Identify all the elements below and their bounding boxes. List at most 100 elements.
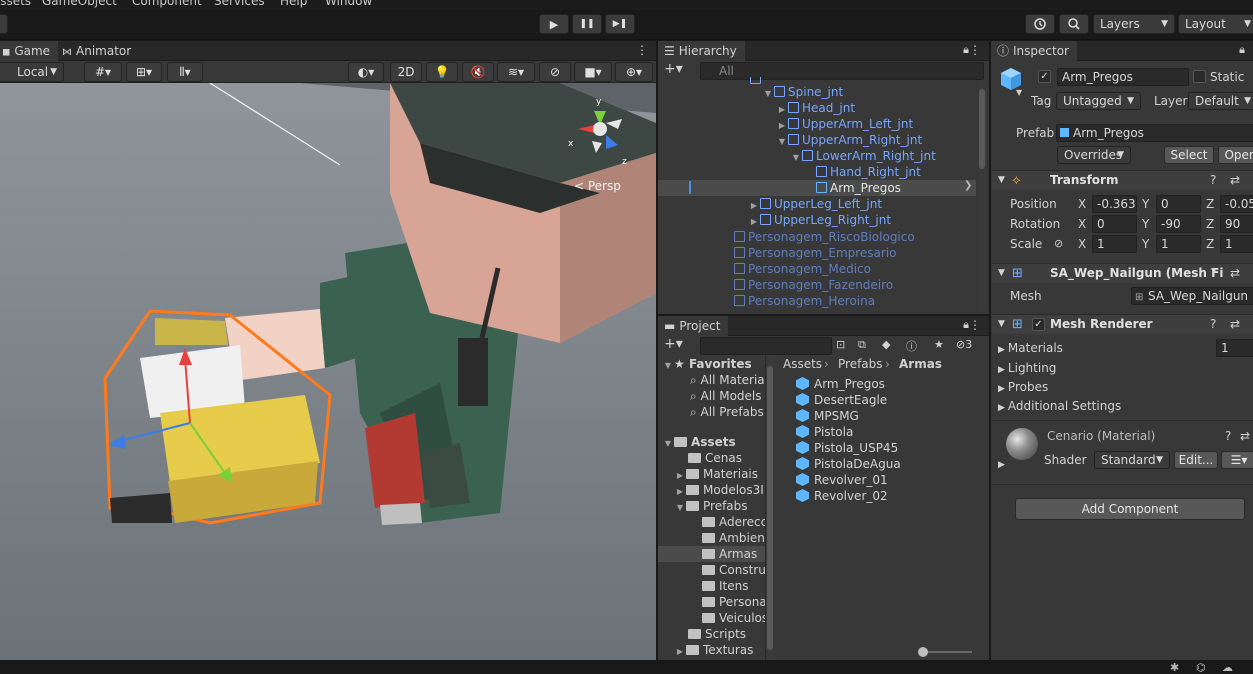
add-icon[interactable]: +▾ (664, 336, 683, 352)
folder-item[interactable]: Persona (702, 594, 765, 610)
audio-toggle-icon[interactable]: 🔇 (462, 62, 494, 82)
menu-window[interactable]: Window (325, 0, 372, 8)
scale-x-field[interactable]: 1 (1092, 235, 1137, 253)
object-name-input[interactable]: Arm_Pregos (1057, 68, 1189, 86)
prefab-field[interactable]: Arm_Pregos (1056, 124, 1253, 142)
help-icon[interactable]: ? (1210, 317, 1216, 331)
lighting-row[interactable]: ▶ Lighting (998, 361, 1056, 375)
search-icon[interactable] (1059, 14, 1089, 34)
hierarchy-item-head[interactable]: ▶ Head_jnt (776, 100, 855, 116)
folder-tree-scrollbar[interactable] (766, 356, 775, 660)
mesh-filter-header[interactable]: ▼ ⊞ SA_Wep_Nailgun (Mesh Fi ? ⇄ (992, 263, 1253, 283)
project-search-input[interactable] (700, 337, 832, 355)
chevron-right-icon[interactable]: ▶ (998, 460, 1005, 470)
tag-dropdown[interactable]: Untagged ▼ (1056, 92, 1141, 110)
settings-icon[interactable]: ⇄ (1230, 173, 1240, 187)
add-icon[interactable]: +▾ (664, 61, 683, 77)
history-icon[interactable] (1025, 14, 1055, 34)
persp-label[interactable]: < Persp (574, 179, 621, 193)
file-item[interactable]: Pistola_USP45 (796, 440, 898, 456)
camera-settings-icon[interactable]: ■▾ (574, 62, 612, 82)
more-options-icon[interactable]: ⋮ (636, 43, 648, 57)
add-component-button[interactable]: Add Component (1015, 498, 1245, 520)
breadcrumb-item-current[interactable]: Armas (899, 357, 942, 371)
hierarchy-item-personagem[interactable]: Personagem_Medico (734, 261, 871, 277)
favorite-item[interactable]: ⌕ All Prefabs (690, 404, 764, 420)
pivot-dropdown[interactable]: Local ▼ (0, 62, 64, 82)
settings-icon[interactable]: ⇄ (1240, 429, 1250, 443)
filter-label-icon[interactable]: ⧉ (858, 338, 866, 352)
hierarchy-item-personagem[interactable]: Personagem_Empresario (734, 245, 897, 261)
hierarchy-item-upperleg-right[interactable]: ▶ UpperLeg_Right_jnt (748, 212, 891, 228)
folder-item[interactable]: Ambient (702, 530, 765, 546)
hierarchy-item-upperarm-right[interactable]: ▼ UpperArm_Right_jnt (776, 132, 922, 148)
select-button[interactable]: Select (1164, 146, 1214, 164)
pause-button[interactable]: ❚❚ (572, 14, 602, 34)
tab-hierarchy[interactable]: ☰ Hierarchy (658, 41, 745, 61)
file-item[interactable]: PistolaDeAgua (796, 456, 901, 472)
active-checkbox[interactable]: ✓ (1038, 70, 1051, 83)
tab-game[interactable]: ◼ Game (0, 41, 59, 61)
hierarchy-item-upperleg-left[interactable]: ▶ UpperLeg_Left_jnt (748, 196, 882, 212)
play-button[interactable]: ▶ (539, 14, 569, 34)
position-z-field[interactable]: -0.05 (1220, 195, 1253, 213)
favorite-item[interactable]: ⌕ All Materia (690, 372, 765, 388)
hierarchy-item-personagem[interactable]: Personagem_Fazendeiro (734, 277, 893, 293)
assets-section[interactable]: ▼ Assets (662, 434, 736, 450)
network-icon[interactable]: ⌬ (1196, 661, 1206, 674)
mesh-renderer-checkbox[interactable]: ✓ (1032, 318, 1045, 331)
folder-item[interactable]: ▶ Modelos3I (674, 482, 764, 498)
shader-dropdown[interactable]: Standard ▼ (1094, 451, 1170, 469)
file-item[interactable]: Pistola (796, 424, 853, 440)
materials-row[interactable]: ▶ Materials (998, 341, 1063, 355)
hierarchy-item-hand-right[interactable]: Hand_Right_jnt (816, 164, 921, 180)
file-item[interactable]: Revolver_01 (796, 472, 888, 488)
scale-y-field[interactable]: 1 (1156, 235, 1201, 253)
effects-toggle-icon[interactable]: ≋▾ (497, 62, 535, 82)
tab-project[interactable]: ▬ Project (658, 316, 729, 336)
file-item[interactable]: Arm_Pregos (796, 376, 885, 392)
additional-settings-row[interactable]: ▶ Additional Settings (998, 399, 1121, 413)
rotation-y-field[interactable]: -90 (1156, 215, 1201, 233)
folder-item[interactable]: ▶ Materiais (674, 466, 758, 482)
scale-z-field[interactable]: 1 (1220, 235, 1253, 253)
folder-item[interactable]: Itens (702, 578, 748, 594)
grid-visibility-button[interactable]: ⊞▾ (126, 62, 162, 82)
scrollbar-thumb[interactable] (767, 366, 773, 650)
probes-row[interactable]: ▶ Probes (998, 380, 1048, 394)
hierarchy-item-lowerarm-right[interactable]: ▼ LowerArm_Right_jnt (790, 148, 936, 164)
transform-header[interactable]: ▼ ⟡ Transform ? ⇄ (992, 170, 1253, 190)
shader-options-button[interactable]: ☰▾ (1221, 451, 1253, 469)
bug-icon[interactable]: ✱ (1170, 661, 1179, 674)
hidden-packages-toggle[interactable]: ⊘3 (956, 338, 972, 351)
favorites-section[interactable]: ▼ ★ Favorites (662, 356, 752, 372)
help-icon[interactable]: ? (1210, 173, 1216, 187)
folder-item[interactable]: Veiculos (702, 610, 765, 626)
scrollbar-thumb[interactable] (979, 89, 985, 169)
mesh-renderer-header[interactable]: ▼ ⊞ ✓ Mesh Renderer ? ⇄ (992, 314, 1253, 334)
rotation-z-field[interactable]: 90 (1220, 215, 1253, 233)
more-options-icon[interactable]: ⋮ (969, 318, 981, 332)
folder-item[interactable]: Aderecc (702, 514, 765, 530)
tab-animator[interactable]: ⋈ Animator (56, 41, 139, 61)
orientation-gizmo[interactable]: y x z < Persp (566, 95, 632, 193)
menu-component[interactable]: Component (132, 0, 202, 8)
lighting-toggle-icon[interactable]: 💡 (426, 62, 458, 82)
mode-2d-button[interactable]: 2D (390, 62, 422, 82)
menu-gameobject[interactable]: GameObject (42, 0, 117, 8)
hidden-objects-icon[interactable]: ⊘ (539, 62, 571, 82)
layout-dropdown[interactable]: Layout ▼ (1178, 14, 1253, 34)
open-button[interactable]: Open (1218, 146, 1253, 164)
chevron-down-icon[interactable]: ▼ (1016, 88, 1022, 97)
folder-item[interactable]: Scripts (688, 626, 746, 642)
overrides-dropdown[interactable]: Overrides ▼ (1057, 146, 1131, 164)
cloud-icon[interactable]: ☁ (1222, 661, 1233, 674)
scene-viewport[interactable]: y x z < Persp (0, 83, 656, 660)
file-item[interactable]: Revolver_02 (796, 488, 888, 504)
tag-icon[interactable]: ◆ (882, 338, 890, 351)
draw-mode-button[interactable]: ◐▾ (348, 62, 384, 82)
layer-dropdown[interactable]: Default ▼ (1188, 92, 1253, 110)
folder-item-armas[interactable]: Armas (702, 546, 757, 562)
materials-count-field[interactable]: 1 (1216, 339, 1253, 357)
toolbar-left-button[interactable] (0, 14, 8, 34)
